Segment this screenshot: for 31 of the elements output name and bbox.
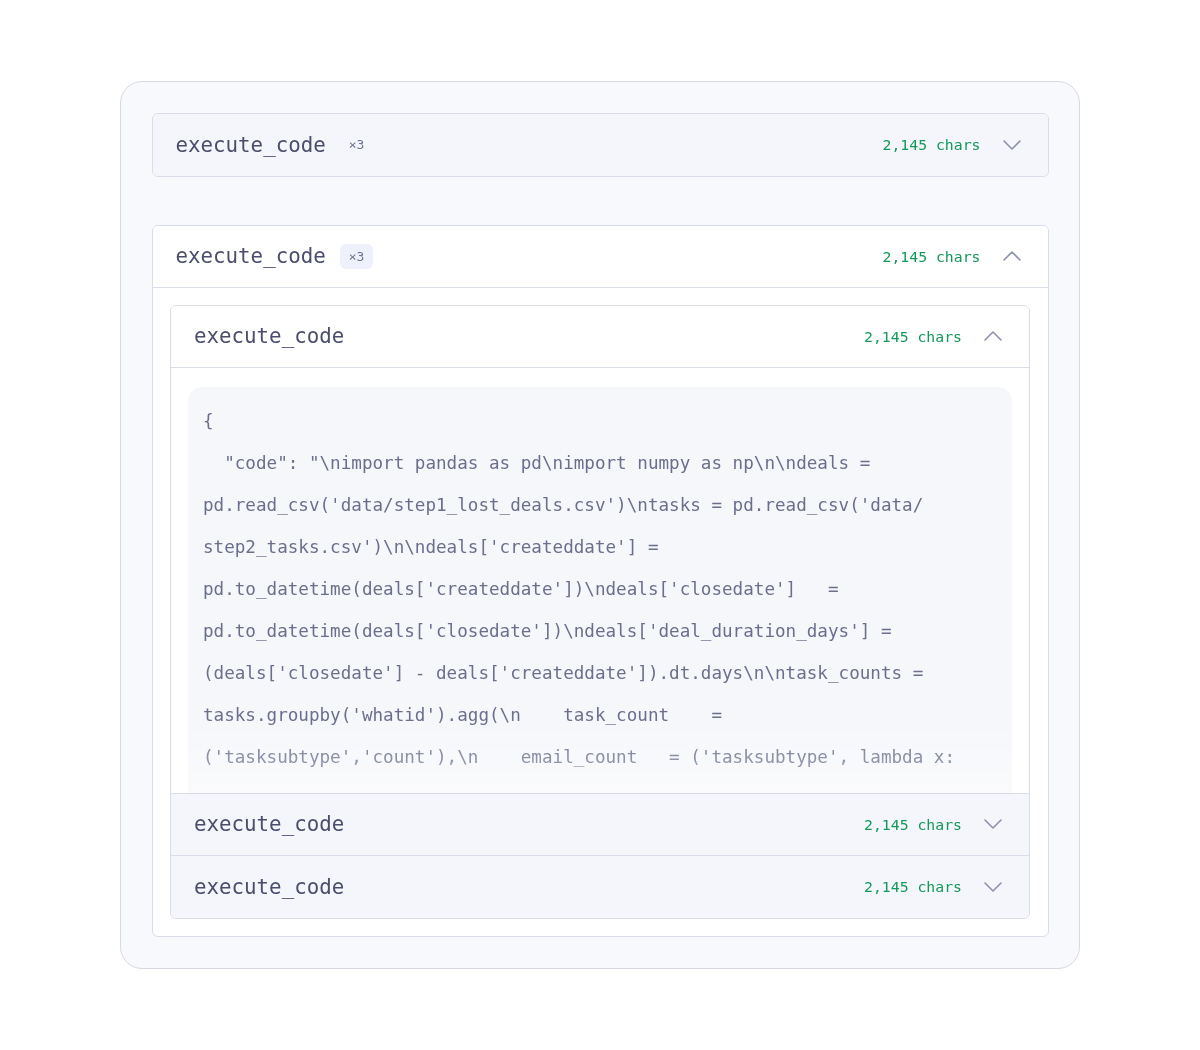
tool-name: execute_code — [194, 812, 345, 837]
char-count: 2,145 chars — [882, 247, 981, 265]
tool-name: execute_code — [175, 244, 326, 268]
chevron-down-icon[interactable] — [1002, 139, 1021, 150]
code-line: "code": "\nimport pandas as pd\nimport numpy as np\n\ndeals = — [223, 451, 871, 475]
chevron-down-icon[interactable] — [984, 819, 1002, 830]
char-count: 2,145 chars — [864, 878, 962, 896]
accordion-header[interactable]: execute_code 2,145 chars — [171, 856, 1029, 918]
code-line: pd.to_datetime(deals['createddate'])\ndeals['closedate'] = — [203, 577, 839, 601]
code-line: { — [203, 409, 214, 433]
code-line: pd.read_csv('data/step1_lost_deals.csv')\ntasks = pd.read_csv('data/ — [203, 493, 924, 517]
code-line: step2_tasks.csv')\n\ndeals['createddate'] = — [203, 535, 659, 559]
code-line: ('tasksubtype','count'),\n email_count = ('tasksubtype', lambda x: — [203, 745, 956, 769]
count-badge: ×3 — [339, 243, 374, 269]
char-count: 2,145 chars — [882, 136, 981, 153]
chevron-up-icon[interactable] — [984, 331, 1002, 342]
tool-name: execute_code — [194, 874, 345, 899]
accordion-header[interactable]: execute_code 2,145 chars — [171, 793, 1029, 855]
accordion-header[interactable]: execute_code ×3 2,145 chars — [152, 225, 1048, 288]
count-label: ×3 — [347, 136, 366, 154]
code-line: tasks.groupby('whatid').agg(\n task_count = — [203, 703, 723, 727]
accordion-header[interactable]: execute_code ×3 2,145 chars — [152, 113, 1048, 176]
accordion-header[interactable]: execute_code 2,145 chars — [171, 306, 1029, 368]
chevron-up-icon[interactable] — [1002, 251, 1021, 261]
chevron-down-icon[interactable] — [984, 881, 1002, 892]
char-count: 2,145 chars — [864, 327, 962, 345]
code-line: (deals['closedate'] - deals['createddate']).dt.days\n\ntask_counts = — [203, 661, 924, 685]
tool-name: execute_code — [175, 132, 326, 157]
code-line: pd.to_datetime(deals['closedate'])\ndeals['deal_duration_days'] = — [203, 619, 892, 643]
tool-name: execute_code — [194, 324, 345, 349]
char-count: 2,145 chars — [864, 815, 962, 833]
